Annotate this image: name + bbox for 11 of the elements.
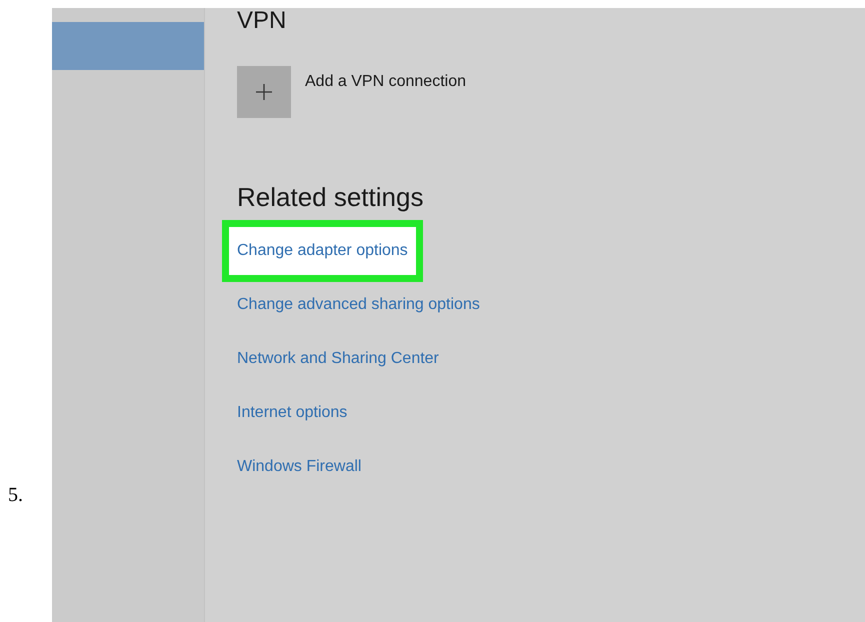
step-number: 5. bbox=[8, 483, 24, 508]
plus-icon bbox=[255, 83, 273, 101]
settings-link[interactable]: Internet options bbox=[222, 386, 362, 440]
sidebar-item[interactable] bbox=[52, 22, 204, 70]
section-heading: Related settings bbox=[237, 182, 424, 212]
add-vpn-label: Add a VPN connection bbox=[305, 72, 466, 92]
section-heading: VPN bbox=[237, 8, 286, 34]
settings-link[interactable]: Change adapter options bbox=[222, 220, 423, 282]
settings-link[interactable]: Network and Sharing Center bbox=[222, 332, 454, 386]
add-vpn-button[interactable] bbox=[237, 66, 291, 118]
settings-link[interactable]: Windows Firewall bbox=[222, 440, 376, 494]
